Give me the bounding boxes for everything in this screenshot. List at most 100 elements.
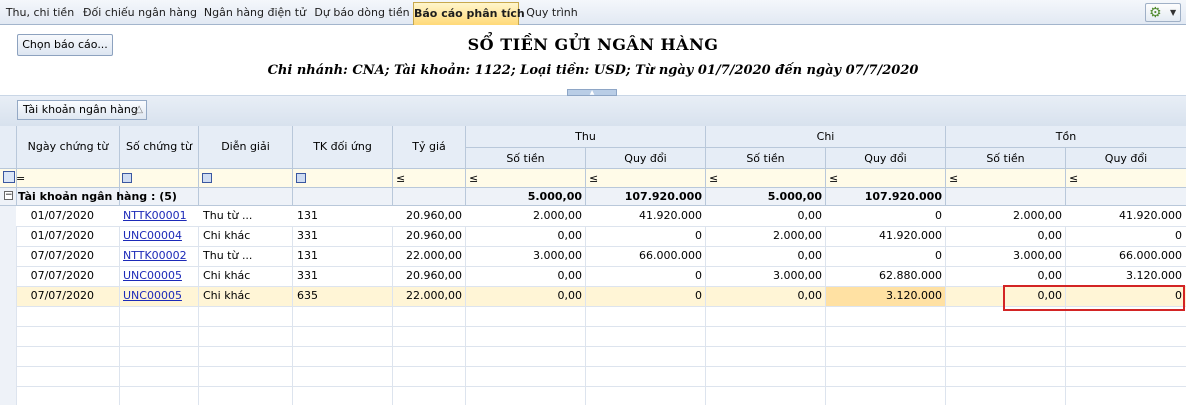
doc-link[interactable]: UNC00004 [123, 229, 182, 242]
cell-date[interactable]: 07/07/2020 [17, 269, 94, 282]
cell-rate[interactable]: 22.000,00 [393, 289, 462, 302]
cell-chi-converted[interactable]: 41.920.000 [826, 229, 942, 242]
doc-link[interactable]: UNC00005 [123, 289, 182, 302]
filter-clear-icon[interactable] [3, 171, 15, 183]
cell-chi-amount[interactable]: 3.000,00 [706, 269, 822, 282]
collapse-grip[interactable]: ▲ [567, 89, 617, 96]
doc-link[interactable]: UNC00005 [123, 269, 182, 282]
cell-thu-amount[interactable]: 3.000,00 [466, 249, 582, 262]
cell-thu-amount[interactable]: 0,00 [466, 229, 583, 242]
cell-date[interactable]: 01/07/2020 [17, 229, 94, 242]
cell-thu-converted[interactable]: 41.920.000 [586, 209, 702, 222]
filter-eq-label: = [16, 172, 26, 185]
cell-chi-converted[interactable]: 0 [826, 209, 942, 222]
report-subtitle: Chi nhánh: CNA; Tài khoản: 1122; Loại ti… [267, 63, 919, 78]
cell-date[interactable]: 01/07/2020 [17, 209, 94, 222]
group-thu-amount: 5.000,00 [527, 190, 582, 203]
cell-chi-amount[interactable]: 0,00 [706, 289, 823, 302]
collapse-group-icon[interactable]: − [4, 191, 13, 200]
col-header-chi-amount[interactable]: Số tiền [706, 152, 825, 165]
cell-ton-amount[interactable]: 2.000,00 [946, 209, 1062, 222]
col-header-desc[interactable]: Diễn giải [199, 140, 292, 153]
col-header-acct[interactable]: TK đối ứng [293, 140, 392, 153]
cell-acct[interactable]: 131 [297, 249, 318, 262]
cell-acct[interactable]: 635 [297, 289, 318, 302]
cell-rate[interactable]: 20.960,00 [393, 209, 462, 222]
cell-rate[interactable]: 20.960,00 [393, 269, 462, 282]
tab-bar: Thu, chi tiền Đối chiếu ngân hàng Ngân h… [0, 0, 1186, 25]
tab-du-bao-dong-tien[interactable]: Dự báo dòng tiền [312, 2, 412, 25]
filter-thu-converted[interactable]: ≤ [589, 172, 598, 185]
cell-ton-amount[interactable]: 3.000,00 [946, 249, 1062, 262]
group-panel: Tài khoản ngân hàng △ [0, 96, 1186, 126]
col-header-ton-converted[interactable]: Quy đổi [1066, 152, 1186, 165]
cell-desc[interactable]: Chi khác [203, 289, 250, 302]
cell-rate[interactable]: 22.000,00 [393, 249, 462, 262]
cell-thu-converted[interactable]: 0 [586, 269, 702, 282]
cell-desc[interactable]: Chi khác [203, 269, 250, 282]
tab-bao-cao-phan-tich[interactable]: Báo cáo phân tích [413, 2, 525, 25]
cell-date[interactable]: 07/07/2020 [17, 249, 94, 262]
cell-acct[interactable]: 331 [297, 269, 318, 282]
col-header-doc-no[interactable]: Số chứng từ [120, 140, 198, 153]
report-header: Chọn báo cáo... SỔ TIỀN GỬI NGÂN HÀNG Ch… [0, 25, 1186, 95]
group-thu-converted: 107.920.000 [624, 190, 702, 203]
col-header-thu-amount[interactable]: Số tiền [466, 152, 585, 165]
group-chip-label: Tài khoản ngân hàng [23, 103, 138, 116]
group-chi-amount: 5.000,00 [767, 190, 822, 203]
cell-chi-converted[interactable]: 62.880.000 [826, 269, 942, 282]
cell-chi-amount[interactable]: 0,00 [706, 209, 823, 222]
cell-thu-amount[interactable]: 2.000,00 [466, 209, 582, 222]
filter-chi-amount[interactable]: ≤ [709, 172, 718, 185]
cell-chi-amount[interactable]: 2.000,00 [706, 229, 822, 242]
cell-rate[interactable]: 20.960,00 [393, 229, 462, 242]
filter-acct-icon[interactable] [296, 173, 306, 183]
cell-thu-converted[interactable]: 0 [586, 229, 702, 242]
cell-desc[interactable]: Thu từ ... [203, 209, 252, 222]
cell-ton-converted[interactable]: 66.000.000 [1066, 249, 1182, 262]
doc-link[interactable]: NTTK00002 [123, 249, 187, 262]
cell-desc[interactable]: Chi khác [203, 229, 250, 242]
group-chip-tai-khoan[interactable]: Tài khoản ngân hàng △ [17, 100, 147, 120]
cell-chi-amount[interactable]: 0,00 [706, 249, 823, 262]
cell-date[interactable]: 07/07/2020 [17, 289, 94, 302]
cell-thu-amount[interactable]: 0,00 [466, 269, 583, 282]
doc-link[interactable]: NTTK00001 [123, 209, 187, 222]
cell-ton-converted[interactable]: 41.920.000 [1066, 209, 1182, 222]
tab-thu-chi-tien[interactable]: Thu, chi tiền [2, 2, 78, 25]
filter-ton-amount[interactable]: ≤ [949, 172, 958, 185]
col-header-thu-converted[interactable]: Quy đổi [586, 152, 705, 165]
cell-acct[interactable]: 131 [297, 209, 318, 222]
cell-desc[interactable]: Thu từ ... [203, 249, 252, 262]
band-header-chi: Chi [816, 130, 835, 143]
cell-chi-converted-focused[interactable]: 3.120.000 [826, 289, 942, 302]
chevron-down-icon: ▼ [1170, 8, 1177, 17]
cell-ton-converted[interactable]: 0 [1066, 229, 1182, 242]
cell-ton-converted[interactable]: 3.120.000 [1066, 269, 1182, 282]
settings-button[interactable]: ⚙ ▼ [1145, 3, 1181, 22]
cell-thu-converted[interactable]: 66.000.000 [586, 249, 702, 262]
filter-ton-converted[interactable]: ≤ [1069, 172, 1078, 185]
cell-ton-amount[interactable]: 0,00 [946, 229, 1063, 242]
cell-chi-converted[interactable]: 0 [826, 249, 942, 262]
filter-desc-icon[interactable] [202, 173, 212, 183]
tab-doi-chieu-ngan-hang[interactable]: Đối chiếu ngân hàng [82, 2, 198, 25]
cell-ton-amount[interactable]: 0,00 [946, 269, 1063, 282]
group-row-label: Tài khoản ngân hàng : (5) [18, 190, 177, 203]
col-header-date[interactable]: Ngày chứng từ [17, 140, 119, 153]
filter-rate[interactable]: ≤ [396, 172, 405, 185]
col-header-rate[interactable]: Tỷ giá [393, 140, 465, 153]
filter-chi-converted[interactable]: ≤ [829, 172, 838, 185]
band-header-ton: Tồn [1055, 130, 1077, 143]
tab-quy-trinh[interactable]: Quy trình [523, 2, 581, 25]
cell-thu-converted[interactable]: 0 [586, 289, 702, 302]
filter-doc-no-icon[interactable] [122, 173, 132, 183]
cell-thu-amount[interactable]: 0,00 [466, 289, 583, 302]
data-grid: Ngày chứng từ Số chứng từ Diễn giải TK đ… [0, 126, 1186, 405]
band-header-thu: Thu [575, 130, 596, 143]
tab-ngan-hang-dien-tu[interactable]: Ngân hàng điện tử [202, 2, 308, 25]
cell-acct[interactable]: 331 [297, 229, 318, 242]
col-header-chi-converted[interactable]: Quy đổi [826, 152, 945, 165]
filter-thu-amount[interactable]: ≤ [469, 172, 478, 185]
col-header-ton-amount[interactable]: Số tiền [946, 152, 1065, 165]
